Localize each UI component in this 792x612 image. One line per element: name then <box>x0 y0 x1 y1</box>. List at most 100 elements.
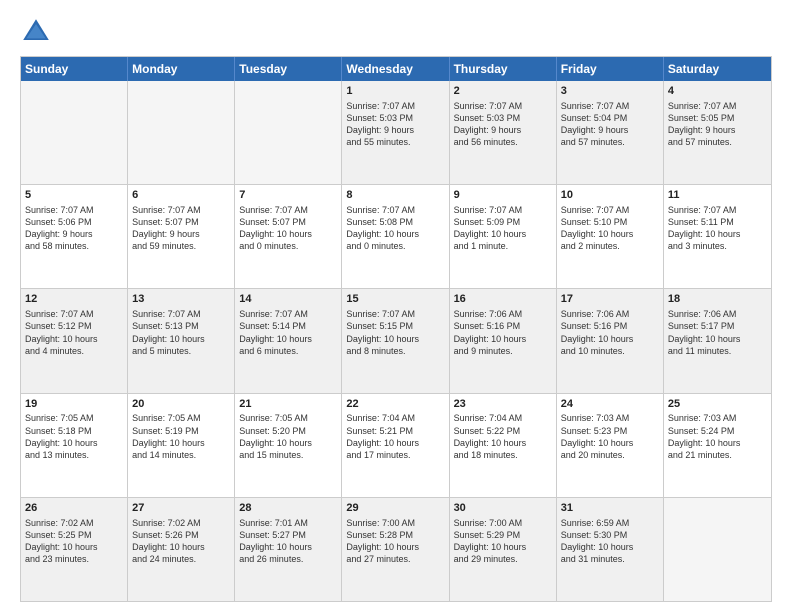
day-info: and 21 minutes. <box>668 449 767 461</box>
day-info: Daylight: 10 hours <box>668 333 767 345</box>
calendar-body: 1Sunrise: 7:07 AMSunset: 5:03 PMDaylight… <box>21 81 771 601</box>
weekday-header: Saturday <box>664 57 771 81</box>
day-info: Sunset: 5:22 PM <box>454 425 552 437</box>
day-info: and 0 minutes. <box>239 240 337 252</box>
weekday-header: Thursday <box>450 57 557 81</box>
day-number: 23 <box>454 397 552 412</box>
day-info: Sunset: 5:30 PM <box>561 529 659 541</box>
day-info: and 2 minutes. <box>561 240 659 252</box>
day-info: Sunset: 5:06 PM <box>25 216 123 228</box>
day-info: Daylight: 10 hours <box>132 333 230 345</box>
calendar-cell: 2Sunrise: 7:07 AMSunset: 5:03 PMDaylight… <box>450 81 557 184</box>
day-info: Sunrise: 7:07 AM <box>25 308 123 320</box>
day-info: Sunset: 5:03 PM <box>346 112 444 124</box>
calendar-cell <box>21 81 128 184</box>
logo <box>20 16 56 48</box>
day-info: Sunset: 5:11 PM <box>668 216 767 228</box>
calendar-cell: 28Sunrise: 7:01 AMSunset: 5:27 PMDayligh… <box>235 498 342 601</box>
day-info: Daylight: 9 hours <box>668 124 767 136</box>
day-number: 8 <box>346 188 444 203</box>
day-info: Sunset: 5:27 PM <box>239 529 337 541</box>
calendar-cell: 19Sunrise: 7:05 AMSunset: 5:18 PMDayligh… <box>21 394 128 497</box>
day-info: Daylight: 10 hours <box>454 228 552 240</box>
day-info: Daylight: 9 hours <box>454 124 552 136</box>
day-info: Daylight: 9 hours <box>25 228 123 240</box>
day-number: 3 <box>561 84 659 99</box>
day-info: Daylight: 10 hours <box>239 333 337 345</box>
calendar-cell: 5Sunrise: 7:07 AMSunset: 5:06 PMDaylight… <box>21 185 128 288</box>
day-info: Sunrise: 7:02 AM <box>132 517 230 529</box>
day-number: 10 <box>561 188 659 203</box>
day-info: Sunrise: 7:05 AM <box>239 412 337 424</box>
calendar-cell: 15Sunrise: 7:07 AMSunset: 5:15 PMDayligh… <box>342 289 449 392</box>
day-info: Sunset: 5:07 PM <box>239 216 337 228</box>
day-info: and 58 minutes. <box>25 240 123 252</box>
day-info: Sunset: 5:24 PM <box>668 425 767 437</box>
weekday-header: Wednesday <box>342 57 449 81</box>
calendar-cell: 11Sunrise: 7:07 AMSunset: 5:11 PMDayligh… <box>664 185 771 288</box>
day-info: Sunrise: 7:07 AM <box>239 308 337 320</box>
day-info: Daylight: 10 hours <box>454 541 552 553</box>
calendar-row: 5Sunrise: 7:07 AMSunset: 5:06 PMDaylight… <box>21 184 771 288</box>
day-info: Daylight: 10 hours <box>454 437 552 449</box>
day-info: Sunrise: 7:07 AM <box>668 204 767 216</box>
day-info: and 17 minutes. <box>346 449 444 461</box>
day-info: and 5 minutes. <box>132 345 230 357</box>
calendar-cell <box>128 81 235 184</box>
calendar-cell: 14Sunrise: 7:07 AMSunset: 5:14 PMDayligh… <box>235 289 342 392</box>
day-info: Sunrise: 7:07 AM <box>454 100 552 112</box>
calendar-cell: 30Sunrise: 7:00 AMSunset: 5:29 PMDayligh… <box>450 498 557 601</box>
day-info: and 31 minutes. <box>561 553 659 565</box>
day-info: and 18 minutes. <box>454 449 552 461</box>
day-number: 17 <box>561 292 659 307</box>
day-info: Daylight: 9 hours <box>346 124 444 136</box>
day-info: Sunrise: 7:01 AM <box>239 517 337 529</box>
calendar-cell: 3Sunrise: 7:07 AMSunset: 5:04 PMDaylight… <box>557 81 664 184</box>
day-info: and 27 minutes. <box>346 553 444 565</box>
calendar-row: 19Sunrise: 7:05 AMSunset: 5:18 PMDayligh… <box>21 393 771 497</box>
day-info: Sunrise: 7:06 AM <box>561 308 659 320</box>
day-number: 6 <box>132 188 230 203</box>
weekday-header: Friday <box>557 57 664 81</box>
day-info: and 57 minutes. <box>668 136 767 148</box>
calendar-cell: 23Sunrise: 7:04 AMSunset: 5:22 PMDayligh… <box>450 394 557 497</box>
day-info: and 10 minutes. <box>561 345 659 357</box>
day-number: 13 <box>132 292 230 307</box>
day-info: and 11 minutes. <box>668 345 767 357</box>
day-info: Sunrise: 7:07 AM <box>561 204 659 216</box>
day-info: and 3 minutes. <box>668 240 767 252</box>
day-info: Sunset: 5:16 PM <box>561 320 659 332</box>
day-number: 12 <box>25 292 123 307</box>
day-number: 19 <box>25 397 123 412</box>
day-number: 27 <box>132 501 230 516</box>
day-number: 9 <box>454 188 552 203</box>
day-info: Sunset: 5:16 PM <box>454 320 552 332</box>
day-info: Sunset: 5:29 PM <box>454 529 552 541</box>
day-info: Daylight: 9 hours <box>561 124 659 136</box>
day-info: and 13 minutes. <box>25 449 123 461</box>
logo-icon <box>20 16 52 48</box>
calendar-cell: 8Sunrise: 7:07 AMSunset: 5:08 PMDaylight… <box>342 185 449 288</box>
day-number: 2 <box>454 84 552 99</box>
day-info: and 4 minutes. <box>25 345 123 357</box>
day-info: Sunrise: 7:00 AM <box>454 517 552 529</box>
calendar-cell: 26Sunrise: 7:02 AMSunset: 5:25 PMDayligh… <box>21 498 128 601</box>
day-info: Daylight: 10 hours <box>561 228 659 240</box>
weekday-header: Sunday <box>21 57 128 81</box>
day-number: 29 <box>346 501 444 516</box>
calendar-cell: 7Sunrise: 7:07 AMSunset: 5:07 PMDaylight… <box>235 185 342 288</box>
day-info: Daylight: 10 hours <box>668 228 767 240</box>
day-number: 20 <box>132 397 230 412</box>
day-info: Sunrise: 7:02 AM <box>25 517 123 529</box>
header <box>20 16 772 48</box>
day-number: 5 <box>25 188 123 203</box>
calendar-cell: 12Sunrise: 7:07 AMSunset: 5:12 PMDayligh… <box>21 289 128 392</box>
calendar-cell: 24Sunrise: 7:03 AMSunset: 5:23 PMDayligh… <box>557 394 664 497</box>
day-info: Sunset: 5:25 PM <box>25 529 123 541</box>
day-info: Daylight: 10 hours <box>668 437 767 449</box>
day-info: Daylight: 10 hours <box>346 228 444 240</box>
day-info: Sunrise: 7:03 AM <box>668 412 767 424</box>
day-info: Daylight: 10 hours <box>561 333 659 345</box>
day-info: Sunrise: 7:06 AM <box>454 308 552 320</box>
day-number: 16 <box>454 292 552 307</box>
